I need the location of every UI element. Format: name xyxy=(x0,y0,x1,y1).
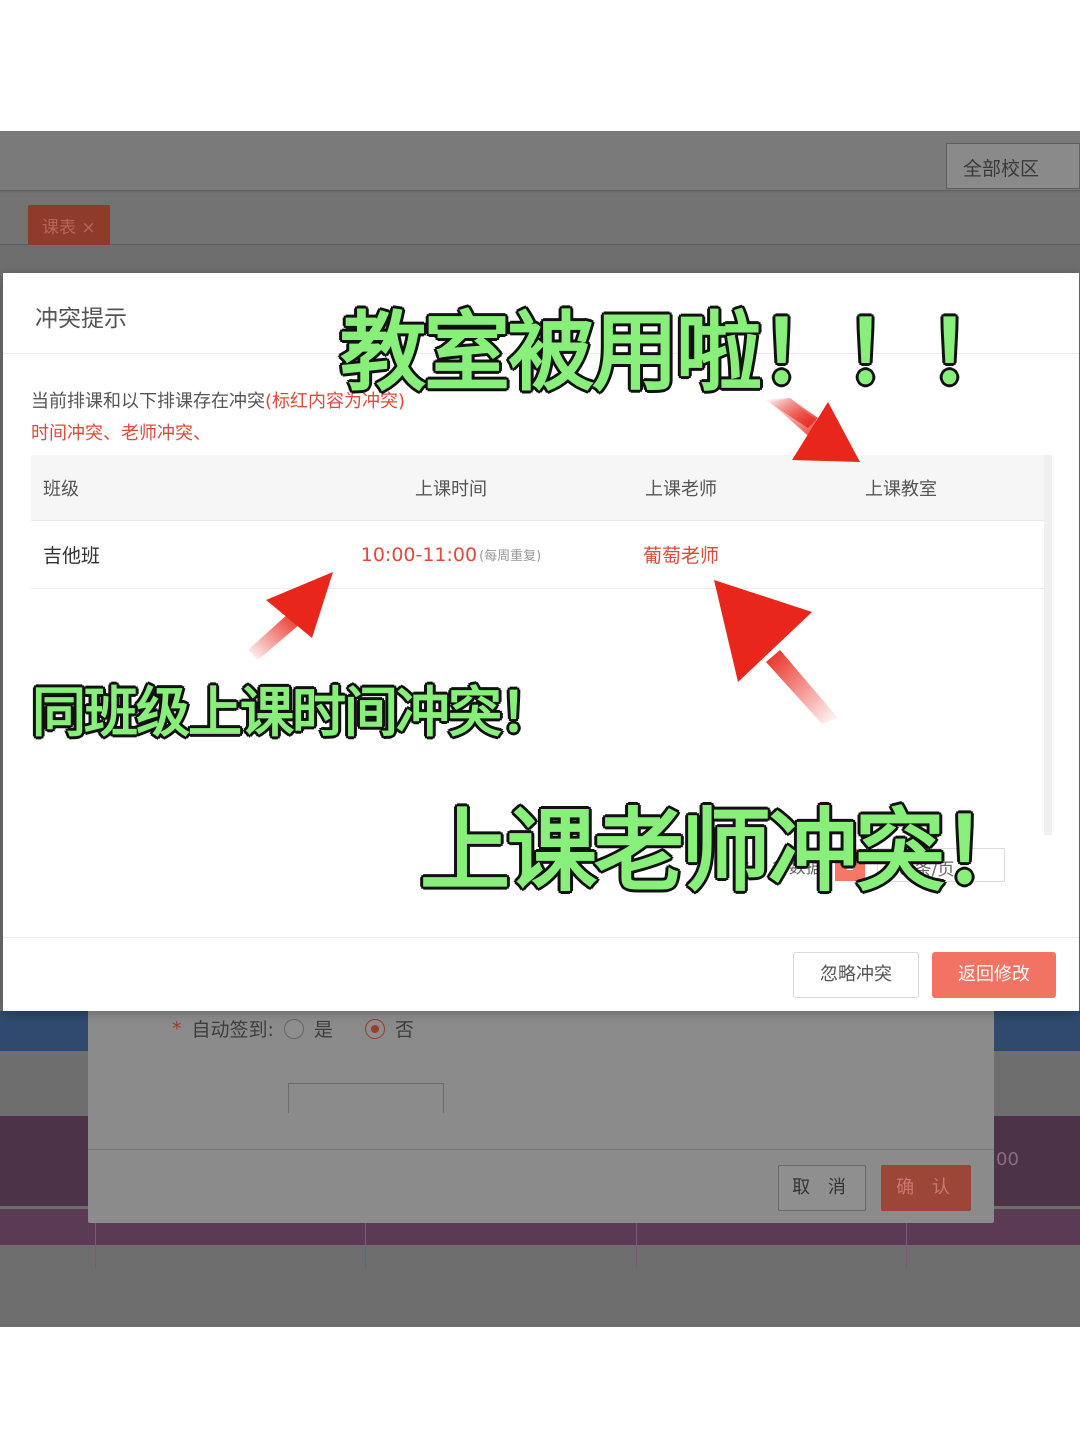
annotation-teacher-conflict: 上课老师冲突！ xyxy=(420,799,1032,904)
annotation-same-class-time: 同班级上课时间冲突！ xyxy=(32,681,554,744)
arrow-to-room-header xyxy=(765,398,860,462)
arrow-to-time-cell xyxy=(248,572,333,660)
arrow-to-teacher-cell xyxy=(714,580,838,724)
annotation-room-used: 教室被用啦！！！ xyxy=(340,303,1014,403)
